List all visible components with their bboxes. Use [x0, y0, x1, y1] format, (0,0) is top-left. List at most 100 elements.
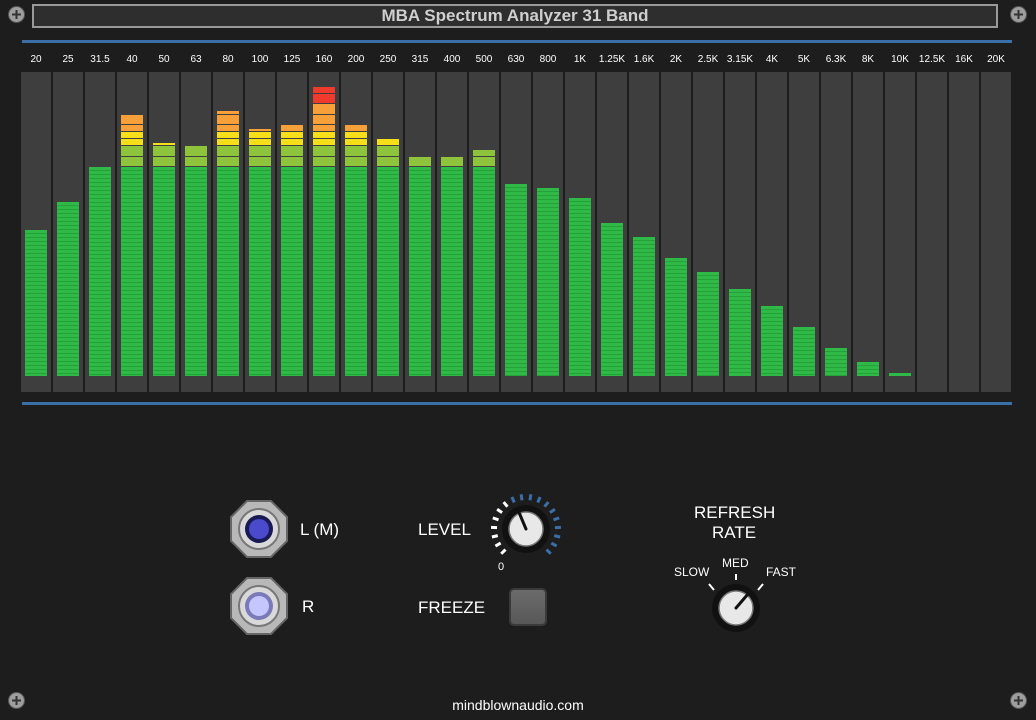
band-peak-segment: [249, 132, 271, 138]
band-peak-segment: [313, 94, 335, 103]
band-peak-segment: [377, 139, 399, 145]
band-column: [533, 72, 563, 392]
band-peak-segment: [473, 150, 495, 156]
level-knob[interactable]: [488, 492, 568, 572]
band-peak-segment: [345, 125, 367, 131]
band-label: 10K: [891, 54, 909, 65]
band-column: [789, 72, 819, 392]
band-column: [277, 72, 307, 392]
level-ring-tick: [496, 507, 503, 514]
module-title: MBA Spectrum Analyzer 31 Band: [32, 4, 998, 28]
band-peak-segment: [345, 139, 367, 145]
band-peak-segment: [281, 157, 303, 166]
level-label: LEVEL: [418, 520, 471, 539]
band-level-bar: [441, 167, 463, 376]
band-level-bar: [89, 167, 111, 376]
band-peak-segment: [121, 139, 143, 145]
band-column: [149, 72, 179, 392]
level-ring-tick: [528, 494, 533, 501]
band-column: [725, 72, 755, 392]
band-peak-segment: [281, 125, 303, 131]
band-column: [981, 72, 1011, 392]
band-peak-segment: [153, 157, 175, 166]
band-peak-segment: [377, 157, 399, 166]
band-peak-segment: [121, 157, 143, 166]
level-ring-tick: [549, 507, 556, 514]
band-peak-segment: [217, 157, 239, 166]
band-label: 125: [283, 54, 301, 65]
band-label: 8K: [861, 54, 875, 65]
band-level-bar: [633, 237, 655, 376]
band-level-bar: [121, 167, 143, 376]
level-ring-tick: [545, 548, 552, 555]
band-peak-segment: [185, 146, 207, 156]
band-peak-segment: [217, 146, 239, 156]
top-divider: [22, 40, 1012, 43]
band-label: 50: [158, 54, 170, 65]
band-level-bar: [185, 167, 207, 376]
band-level-bar: [153, 167, 175, 376]
band-label: 500: [475, 54, 493, 65]
band-peak-segment: [345, 146, 367, 156]
band-peak-segment: [313, 125, 335, 131]
band-column: [117, 72, 147, 392]
band-column: [341, 72, 371, 392]
band-peak-segment: [313, 132, 335, 138]
band-label: 3.15K: [726, 54, 754, 65]
band-level-bar: [601, 223, 623, 376]
band-level-bar: [505, 184, 527, 376]
band-peak-segment: [121, 146, 143, 156]
band-column: [245, 72, 275, 392]
band-label: 40: [126, 54, 138, 65]
band-label: 100: [251, 54, 269, 65]
band-peak-segment: [217, 125, 239, 131]
screw-icon-top-left: [8, 6, 25, 23]
band-label: 160: [315, 54, 333, 65]
band-label: 16K: [955, 54, 973, 65]
band-level-bar: [761, 306, 783, 376]
band-level-bar: [473, 167, 495, 376]
band-label: 25: [62, 54, 74, 65]
band-label: 1K: [573, 54, 587, 65]
freeze-button[interactable]: [509, 588, 547, 626]
band-peak-segment: [281, 132, 303, 138]
band-labels: 20 25 31.5 40 50 63 80 100 125 160 200 250 315 400 500…: [20, 50, 1016, 70]
band-column: [469, 72, 499, 392]
band-label: 800: [539, 54, 557, 65]
band-peak-segment: [249, 146, 271, 156]
band-label: 4K: [765, 54, 779, 65]
band-peak-segment: [313, 87, 335, 93]
band-level-bar: [569, 198, 591, 376]
band-peak-segment: [473, 157, 495, 166]
right-input-jack[interactable]: [227, 574, 291, 638]
band-peak-segment: [409, 157, 431, 166]
spectrum-meter: [20, 72, 1016, 392]
band-column: [405, 72, 435, 392]
band-level-bar: [377, 167, 399, 376]
level-ring-tick: [536, 496, 542, 504]
level-ring-tick: [510, 496, 516, 504]
band-peak-segment: [153, 143, 175, 145]
right-input-label: R: [302, 597, 315, 616]
band-level-bar: [345, 167, 367, 376]
refresh-rate-knob[interactable]: [704, 572, 768, 636]
band-peak-segment: [313, 104, 335, 114]
band-label: 12.5K: [918, 54, 946, 65]
band-level-bar: [825, 348, 847, 376]
refresh-label-line1: REFRESH: [694, 503, 776, 522]
band-level-bar: [25, 230, 47, 376]
band-peak-segment: [185, 157, 207, 166]
band-peak-segment: [217, 115, 239, 124]
band-level-bar: [665, 258, 687, 376]
band-column: [597, 72, 627, 392]
band-peak-segment: [121, 115, 143, 124]
left-input-jack[interactable]: [227, 497, 291, 561]
band-level-bar: [537, 188, 559, 376]
band-level-bar: [697, 272, 719, 376]
band-peak-segment: [249, 139, 271, 145]
band-label: 20K: [987, 54, 1005, 65]
band-label: 80: [222, 54, 234, 65]
band-peak-segment: [345, 157, 367, 166]
band-column: [949, 72, 979, 392]
band-column: [309, 72, 339, 392]
